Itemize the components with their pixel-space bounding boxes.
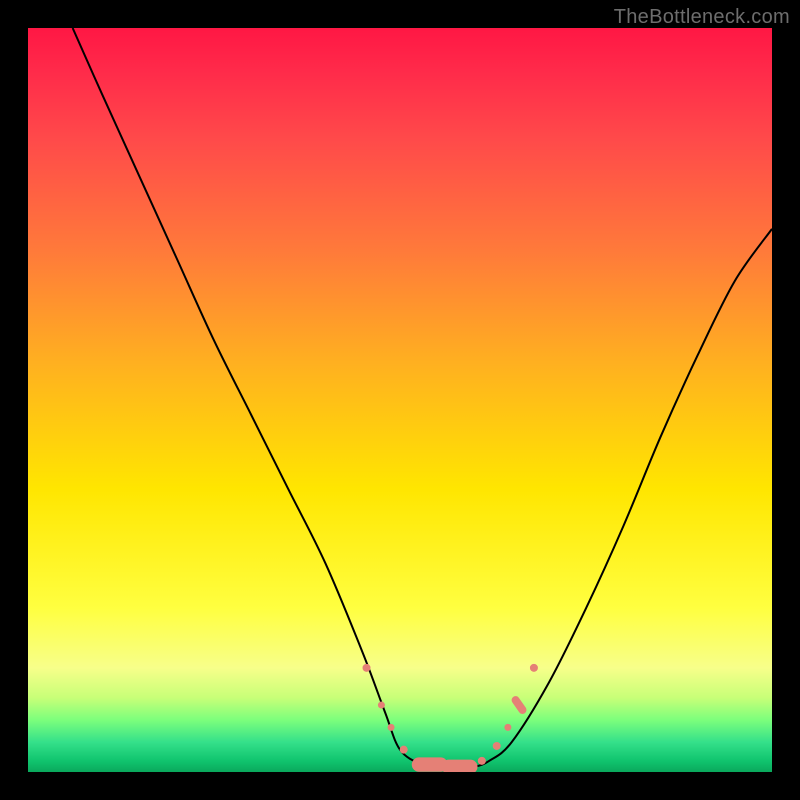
chart-plot-area bbox=[28, 28, 772, 772]
watermark-text: TheBottleneck.com bbox=[614, 6, 790, 29]
chart-curve bbox=[73, 28, 772, 769]
chart-frame: TheBottleneck.com bbox=[0, 0, 800, 800]
chart-svg bbox=[28, 28, 772, 772]
chart-markers bbox=[363, 664, 538, 772]
